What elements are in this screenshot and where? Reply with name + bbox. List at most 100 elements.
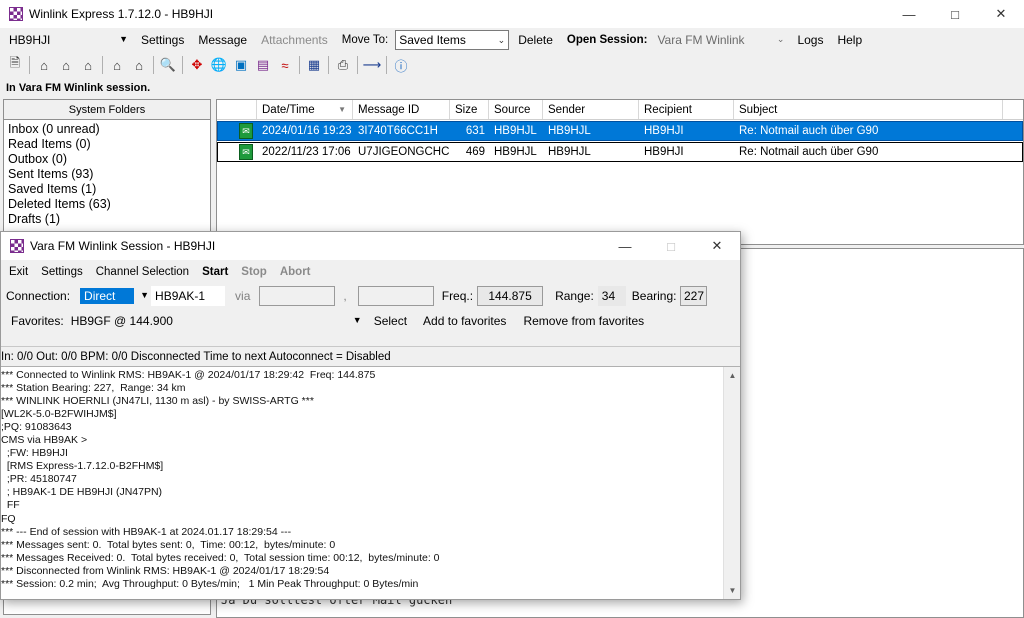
remove-from-favorites-button[interactable]: Remove from favorites bbox=[523, 314, 644, 328]
toolbar-separator bbox=[386, 56, 387, 74]
catalog-icon[interactable]: ▤ bbox=[252, 55, 274, 75]
column-size[interactable]: Size bbox=[450, 100, 489, 119]
session-menu-stop[interactable]: Stop bbox=[233, 266, 272, 278]
message-status-icon: ✉ bbox=[239, 144, 253, 160]
chevron-down-icon: ▼ bbox=[352, 315, 362, 325]
forward-icon[interactable]: ⟶ bbox=[361, 55, 383, 75]
column-datetime[interactable]: Date/Time ▼ bbox=[257, 100, 353, 119]
column-recipient[interactable]: Recipient bbox=[639, 100, 734, 119]
toolbar-separator bbox=[299, 56, 300, 74]
cell-source: HB9HJL bbox=[494, 125, 537, 137]
house-read-icon[interactable]: ⌂ bbox=[55, 55, 77, 75]
folder-item[interactable]: Inbox (0 unread) bbox=[8, 122, 206, 137]
search-icon[interactable]: 🔍 bbox=[157, 55, 179, 75]
log-line: *** Session: 0.2 min; Avg Throughput: 0 … bbox=[1, 577, 419, 590]
toolbar-separator bbox=[153, 56, 154, 74]
folder-item[interactable]: Deleted Items (63) bbox=[8, 197, 206, 212]
sort-arrow-icon: ▼ bbox=[338, 105, 346, 114]
connection-type-select[interactable]: Direct ▼ bbox=[77, 286, 151, 306]
comma-label: , bbox=[343, 289, 347, 303]
connection-label: Connection: bbox=[6, 289, 71, 303]
scroll-down-icon[interactable]: ▼ bbox=[724, 582, 741, 599]
main-menu-bar: HB9HJI ▼ Settings Message Attachments Mo… bbox=[0, 29, 1024, 51]
menu-help[interactable]: Help bbox=[830, 33, 869, 47]
print-icon[interactable]: ⎙ bbox=[332, 55, 354, 75]
session-menu-start[interactable]: Start bbox=[194, 266, 233, 278]
via-input-1[interactable] bbox=[259, 286, 336, 306]
menu-move-to-label: Move To: bbox=[341, 34, 389, 46]
log-line: ;FW: HB9HJI bbox=[1, 447, 68, 460]
minimize-button[interactable]: — bbox=[886, 0, 932, 28]
session-minimize-button[interactable]: — bbox=[602, 232, 648, 260]
folder-item[interactable]: Read Items (0) bbox=[8, 137, 206, 152]
session-menu-exit[interactable]: Exit bbox=[1, 266, 33, 278]
session-menu-abort[interactable]: Abort bbox=[272, 266, 316, 278]
session-menu-channel-selection[interactable]: Channel Selection bbox=[88, 266, 194, 278]
help-icon[interactable]: ⓘ bbox=[390, 55, 412, 75]
column-source[interactable]: Source bbox=[489, 100, 543, 119]
log-line: [RMS Express-1.7.12.0-B2FHM$] bbox=[1, 460, 164, 473]
cell-icon: ✉ bbox=[218, 143, 258, 161]
folder-item[interactable]: Saved Items (1) bbox=[8, 182, 206, 197]
house-outbox-icon[interactable]: ⌂ bbox=[106, 55, 128, 75]
session-log[interactable]: *** Connected to Winlink RMS: HB9AK-1 @ … bbox=[1, 366, 740, 599]
log-line: *** Disconnected from Winlink RMS: HB9AK… bbox=[1, 564, 330, 577]
toolbar-separator bbox=[328, 56, 329, 74]
table-row[interactable]: ✉ 2022/11/23 17:06 U7JIGEONGCHC 469 HB9HJL HB… bbox=[217, 142, 1023, 162]
select-favorite-button[interactable]: Select bbox=[374, 314, 407, 328]
window-title: Winlink Express 1.7.12.0 - HB9HJI bbox=[29, 7, 214, 21]
log-line: CMS via HB9AK > bbox=[1, 434, 88, 447]
column-subject[interactable]: Subject bbox=[734, 100, 1003, 119]
move-to-select[interactable]: Saved Items ⌄ bbox=[395, 30, 510, 50]
message-list: Date/Time ▼ Message ID Size Source Sender… bbox=[216, 99, 1024, 245]
cell-sender: HB9HJL bbox=[548, 125, 591, 137]
log-line: FF bbox=[1, 499, 20, 512]
column-icon bbox=[217, 100, 257, 119]
log-line: ; HB9AK-1 DE HB9HJI (JN47PN) bbox=[1, 486, 163, 499]
menu-message[interactable]: Message bbox=[191, 33, 254, 47]
menu-logs[interactable]: Logs bbox=[790, 33, 830, 47]
folder-item[interactable]: Sent Items (93) bbox=[8, 167, 206, 182]
move-to-value: Saved Items bbox=[399, 33, 466, 47]
column-message-id[interactable]: Message ID bbox=[353, 100, 450, 119]
session-status-line: In: 0/0 Out: 0/0 BPM: 0/0 Disconnected T… bbox=[1, 346, 740, 366]
column-label: Date/Time bbox=[262, 103, 315, 116]
menu-attachments[interactable]: Attachments bbox=[254, 33, 335, 47]
new-message-icon[interactable]: 🗎 bbox=[4, 55, 26, 75]
session-type-value: Vara FM Winlink bbox=[657, 33, 745, 47]
session-maximize-button[interactable]: □ bbox=[648, 232, 694, 260]
propagation-icon[interactable]: ≈ bbox=[274, 55, 296, 75]
log-scrollbar[interactable]: ▲ ▼ bbox=[723, 367, 740, 599]
house-saved-icon[interactable]: ⌂ bbox=[128, 55, 150, 75]
session-menu-settings[interactable]: Settings bbox=[33, 266, 88, 278]
via-input-2[interactable] bbox=[357, 286, 434, 306]
chevron-down-icon: ▼ bbox=[119, 34, 128, 44]
session-close-button[interactable]: ✕ bbox=[694, 232, 740, 260]
position-report-icon[interactable]: ✥ bbox=[186, 55, 208, 75]
table-row[interactable]: ✉ 2024/01/16 19:23 3I740T66CC1H 631 HB9HJL HB… bbox=[217, 121, 1023, 141]
add-to-favorites-button[interactable]: Add to favorites bbox=[423, 314, 506, 328]
house-check-icon[interactable]: ⌂ bbox=[77, 55, 99, 75]
toolbar-separator bbox=[29, 56, 30, 74]
scroll-up-icon[interactable]: ▲ bbox=[724, 367, 741, 384]
close-button[interactable]: ✕ bbox=[978, 0, 1024, 28]
maximize-button[interactable]: □ bbox=[932, 0, 978, 28]
folder-item[interactable]: Outbox (0) bbox=[8, 152, 206, 167]
folder-item[interactable]: Drafts (1) bbox=[8, 212, 206, 227]
cell-subject: Re: Notmail auch über G90 bbox=[739, 125, 879, 137]
session-type-select[interactable]: Vara FM Winlink ⌄ bbox=[654, 30, 786, 50]
house-inbox-icon[interactable]: ⌂ bbox=[33, 55, 55, 75]
log-line: *** WINLINK HOERNLI (JN47LI, 1130 m asl)… bbox=[1, 395, 314, 408]
column-sender[interactable]: Sender bbox=[543, 100, 639, 119]
menu-delete[interactable]: Delete bbox=[511, 33, 560, 47]
globe-icon[interactable]: 🌐 bbox=[208, 55, 230, 75]
callsign-value: HB9HJI bbox=[9, 33, 51, 47]
callsign-select[interactable]: HB9HJI ▼ bbox=[6, 30, 130, 50]
menu-settings[interactable]: Settings bbox=[134, 33, 191, 47]
favorites-select[interactable]: HB9GF @ 144.900 ▼ bbox=[68, 311, 364, 331]
connection-type-value: Direct bbox=[80, 288, 135, 304]
monitor-icon[interactable]: ▣ bbox=[230, 55, 252, 75]
cell-datetime: 2022/11/23 17:06 bbox=[262, 146, 351, 158]
target-station-input[interactable]: HB9AK-1 bbox=[151, 286, 226, 306]
save-icon[interactable]: ▦ bbox=[303, 55, 325, 75]
